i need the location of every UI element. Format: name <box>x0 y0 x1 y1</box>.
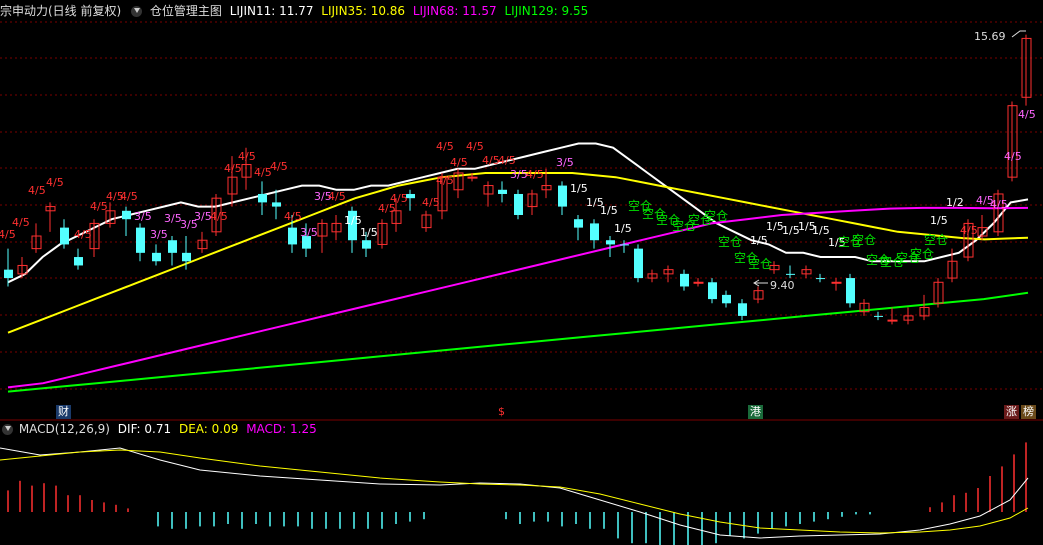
candle-body <box>846 278 855 304</box>
signal-label: 3/5 <box>150 228 168 241</box>
candle-body <box>558 185 567 207</box>
signal-label: 1/2 <box>946 196 964 209</box>
signal-label: 3/5 <box>556 156 574 169</box>
marker-gang[interactable]: 港 <box>748 405 763 419</box>
candle-body <box>168 240 177 253</box>
candle-body <box>258 193 267 203</box>
marker-zhang[interactable]: 涨 <box>1004 405 1019 419</box>
signal-label: 1/5 <box>614 222 632 235</box>
high-price-label: 15.69 <box>974 30 1006 43</box>
candle-body <box>514 193 523 215</box>
signal-label: 4/5 <box>422 196 440 209</box>
candle-body <box>816 278 825 280</box>
kongcang-label: 空仓 <box>704 209 728 223</box>
candle-body <box>874 315 883 317</box>
candle-body <box>693 281 704 284</box>
signal-label: 4/5 <box>466 140 484 153</box>
candle-body <box>467 176 478 179</box>
signal-label: 4/5 <box>284 210 302 223</box>
signal-label: 4/5 <box>450 156 468 169</box>
signal-label: 4/5 <box>960 224 978 237</box>
candle-body <box>708 282 717 300</box>
candle-body <box>60 227 69 245</box>
candle-body <box>182 252 191 262</box>
signal-label: 1/5 <box>930 214 948 227</box>
signal-label: 4/5 <box>1018 108 1036 121</box>
candle-body <box>680 273 689 287</box>
signal-label: 4/5 <box>46 176 64 189</box>
candle-body <box>574 219 583 228</box>
marker-cai[interactable]: 财 <box>56 405 71 419</box>
signal-label: 4/5 <box>526 168 544 181</box>
marker-dollar[interactable]: $ <box>496 405 507 419</box>
signal-label: 4/5 <box>120 190 138 203</box>
candle-body <box>362 240 371 249</box>
signal-label: 4/5 <box>328 190 346 203</box>
signal-label: 1/5 <box>570 182 588 195</box>
candle-body <box>272 202 281 207</box>
candle-body <box>634 248 643 279</box>
signal-label: 4/5 <box>238 150 256 163</box>
signal-label: 4/5 <box>436 140 454 153</box>
candle-body <box>722 294 731 304</box>
high-arrow <box>1011 30 1026 38</box>
dea-line <box>0 449 1029 534</box>
signal-label: 4/5 <box>210 210 228 223</box>
signal-label: 4/5 <box>0 228 16 241</box>
candle-body <box>4 269 13 279</box>
kongcang-label: 空仓 <box>910 247 934 261</box>
candle-body <box>152 252 161 262</box>
signal-label: 1/5 <box>750 234 768 247</box>
signal-label: 4/5 <box>224 162 242 175</box>
signal-label: 4/5 <box>390 192 408 205</box>
signal-label: 4/5 <box>1004 150 1022 163</box>
signal-label: 4/5 <box>74 228 92 241</box>
candle-body <box>590 223 599 241</box>
candle-body <box>288 227 297 245</box>
candle-body <box>786 273 795 275</box>
kongcang-label: 空仓 <box>924 233 948 247</box>
marker-bang[interactable]: 榜 <box>1021 405 1036 419</box>
signal-label: 4/5 <box>270 160 288 173</box>
candle-body <box>738 303 747 316</box>
signal-label: 4/5 <box>498 154 516 167</box>
ma-line-lijin129 <box>7 291 1029 393</box>
candle-body <box>136 227 145 253</box>
candle-body <box>887 319 898 322</box>
candle-body <box>620 244 629 246</box>
candle-body <box>74 257 83 266</box>
kongcang-label: 空仓 <box>852 233 876 247</box>
candle-body <box>606 240 615 245</box>
candle-body <box>498 189 507 194</box>
candle-body <box>122 210 131 220</box>
signal-label: 1/5 <box>360 226 378 239</box>
low-price-label: 9.40 <box>770 279 795 292</box>
signal-label: 4/5 <box>12 216 30 229</box>
signal-label: 3/5 <box>300 226 318 239</box>
dif-line <box>0 447 1029 539</box>
kongcang-label: 空仓 <box>748 257 772 271</box>
kongcang-label: 空仓 <box>718 235 742 249</box>
signal-label: 3/5 <box>134 210 152 223</box>
candle-body <box>831 281 842 284</box>
signal-label: 1/5 <box>600 204 618 217</box>
chart-canvas[interactable]: 4/54/54/54/54/54/54/54/53/53/53/53/53/54… <box>0 0 1043 545</box>
signal-label: 4/5 <box>436 174 454 187</box>
signal-label: 4/5 <box>28 184 46 197</box>
signal-label: 4/5 <box>990 198 1008 211</box>
